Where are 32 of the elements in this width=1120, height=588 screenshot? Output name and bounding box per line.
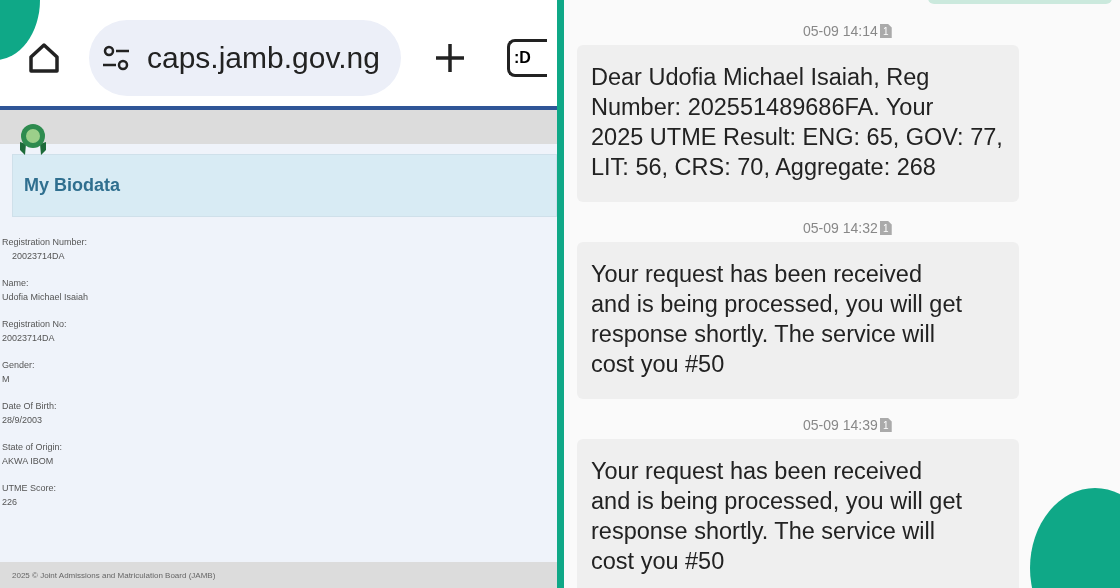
message-bubble: Dear Udofia Michael Isaiah, Reg Number: 202551489686FA. Your 2025 UTME Result: ENG: 65, GOV: 77, LIT: 56, CRS: 70, Aggregate: 268 (577, 45, 1019, 202)
field-label: Registration No: (2, 319, 68, 329)
tab-switcher[interactable]: :D (507, 39, 547, 77)
home-icon[interactable] (27, 41, 61, 75)
field-value: AKWA IBOM (2, 456, 55, 466)
field-label: UTME Score: (2, 483, 57, 493)
field-value: Udofia Michael Isaiah (2, 292, 90, 302)
field-value: 20023714DA (2, 333, 56, 343)
logo-icon (17, 122, 49, 156)
message-time: 05-09 14:14 (803, 23, 878, 39)
url-text: caps.jamb.gov.ng (147, 41, 380, 75)
sim-card-icon: 1 (879, 418, 892, 432)
field-value: M (2, 374, 11, 384)
address-bar[interactable]: caps.jamb.gov.ng (89, 20, 401, 96)
field-value: 20023714DA (11, 251, 66, 261)
new-tab-icon[interactable] (433, 41, 467, 75)
field-value: 226 (2, 497, 19, 507)
field-label: Date Of Birth: (2, 401, 58, 411)
message-bubble: Your request has been received and is being processed, you will get response shortly. The service will cost you #50 (577, 242, 1019, 399)
page-title: My Biodata (24, 175, 120, 196)
sim-card-icon: 1 (879, 221, 892, 235)
message-bubble: Your request has been received and is being processed, you will get response shortly. The service will cost you #50 (577, 439, 1019, 588)
field-label: Gender: (2, 360, 36, 370)
message-time: 05-09 14:32 (803, 220, 878, 236)
field-value: 28/9/2003 (2, 415, 44, 425)
field-label: Registration Number: (2, 237, 89, 247)
field-label: Name: (2, 278, 30, 288)
sim-card-icon: 1 (879, 24, 892, 38)
site-settings-icon[interactable] (101, 43, 131, 73)
field-label: State of Origin: (2, 442, 64, 452)
message-time: 05-09 14:39 (803, 417, 878, 433)
footer-text: 2025 © Joint Admissions and Matriculation Board (JAMB) (0, 562, 557, 588)
